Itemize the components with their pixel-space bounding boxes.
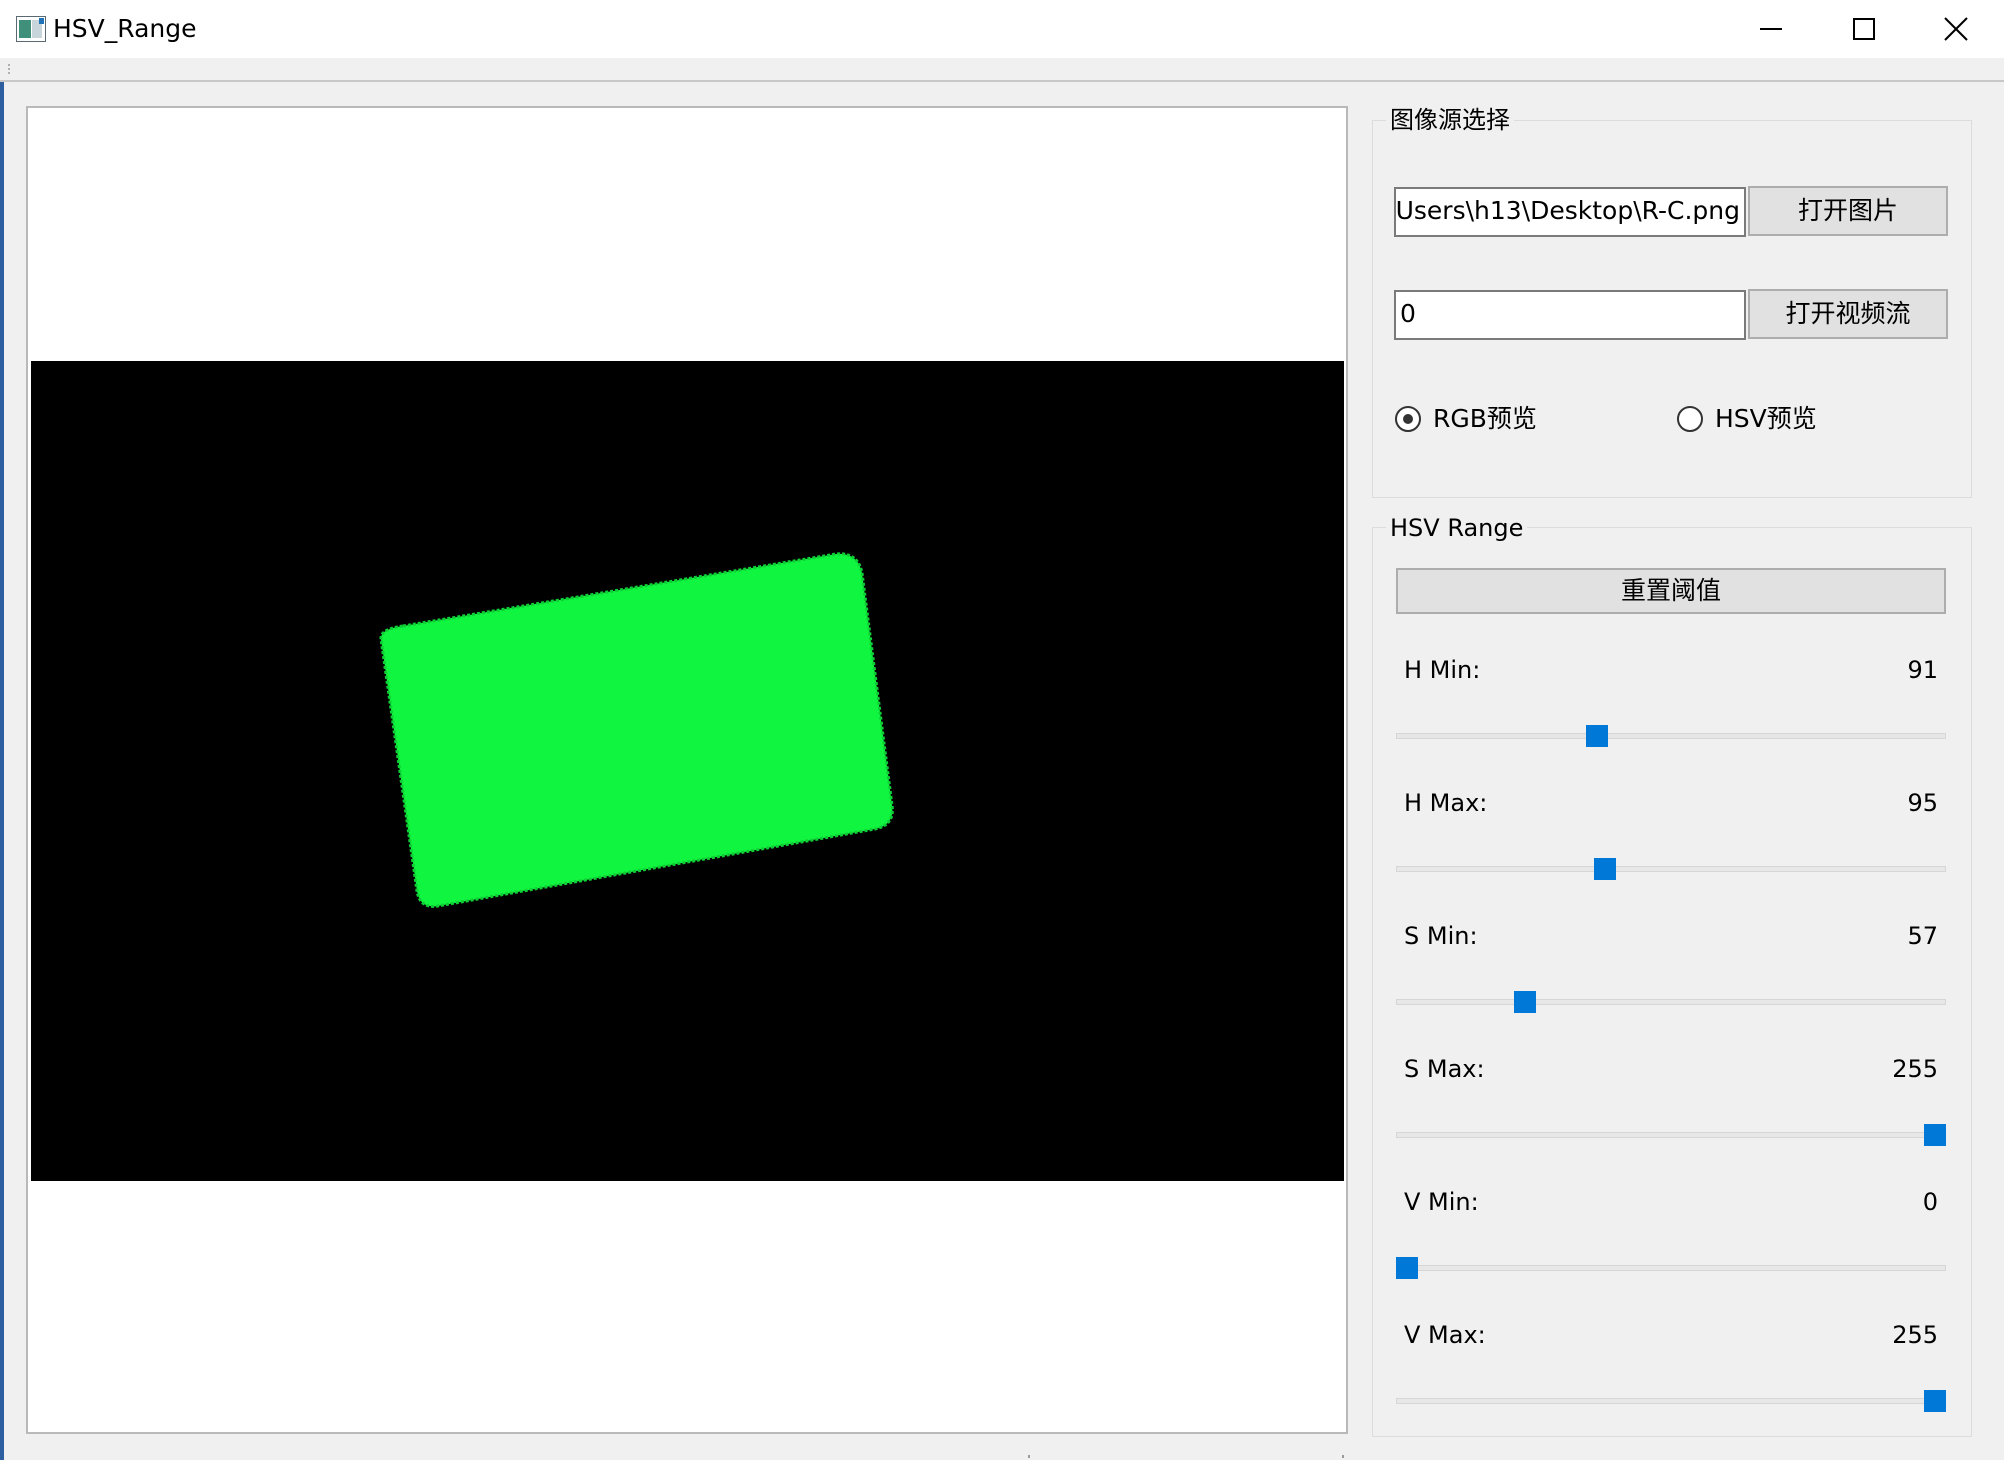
window-title: HSV_Range xyxy=(53,14,197,43)
toolbar-grip[interactable] xyxy=(8,64,14,74)
hsv-preview-radio[interactable]: HSV预览 xyxy=(1677,402,1877,436)
minimize-icon xyxy=(1760,28,1782,30)
maximize-icon xyxy=(1853,18,1875,40)
slider-value: 255 xyxy=(1892,1055,1938,1083)
slider-label: S Min: xyxy=(1404,922,1478,950)
slider-label: V Min: xyxy=(1404,1188,1479,1216)
slider-handle[interactable] xyxy=(1924,1390,1946,1412)
video-source-field[interactable]: 0 xyxy=(1394,290,1746,340)
slider-label: H Min: xyxy=(1404,656,1481,684)
slider-handle[interactable] xyxy=(1396,1257,1418,1279)
slider-track[interactable] xyxy=(1396,1132,1946,1138)
slider-handle[interactable] xyxy=(1594,858,1616,880)
open-image-button[interactable]: 打开图片 xyxy=(1748,186,1948,236)
maximize-button[interactable] xyxy=(1818,0,1910,58)
close-icon xyxy=(1944,17,1968,41)
radio-dot xyxy=(1403,414,1413,424)
image-source-group-title: 图像源选择 xyxy=(1386,104,1514,136)
title-bar: HSV_Range xyxy=(0,0,2004,58)
slider-value: 0 xyxy=(1922,1188,1938,1216)
slider-value: 95 xyxy=(1907,789,1938,817)
slider-handle[interactable] xyxy=(1513,991,1536,1013)
slider-track[interactable] xyxy=(1396,1265,1946,1271)
rgb-preview-radio[interactable]: RGB预览 xyxy=(1395,402,1595,436)
app-icon xyxy=(15,15,47,43)
desktop-edge xyxy=(0,82,4,1460)
slider-value: 57 xyxy=(1907,922,1938,950)
slider-track[interactable] xyxy=(1396,733,1946,739)
slider-label: S Max: xyxy=(1404,1055,1485,1083)
radio-circle xyxy=(1395,406,1421,432)
reset-threshold-button[interactable]: 重置阈值 xyxy=(1396,568,1946,614)
slider-track[interactable] xyxy=(1396,866,1946,872)
open-video-button[interactable]: 打开视频流 xyxy=(1748,289,1948,339)
divider-mark xyxy=(1342,1455,1344,1458)
hsv-range-group-title: HSV Range xyxy=(1386,512,1528,544)
slider-handle[interactable] xyxy=(1586,725,1609,747)
slider-handle[interactable] xyxy=(1924,1124,1946,1146)
slider-value: 91 xyxy=(1907,656,1938,684)
slider-track[interactable] xyxy=(1396,1398,1946,1404)
radio-circle xyxy=(1677,406,1703,432)
slider-label: V Max: xyxy=(1404,1321,1486,1349)
image-preview xyxy=(31,361,1344,1181)
mask-region xyxy=(379,552,894,908)
slider-label: H Max: xyxy=(1404,789,1488,817)
minimize-button[interactable] xyxy=(1726,0,1818,58)
close-button[interactable] xyxy=(1910,0,2002,58)
slider-value: 255 xyxy=(1892,1321,1938,1349)
image-path-field[interactable]: C:\Users\h13\Desktop\R-C.png xyxy=(1394,187,1746,237)
rgb-preview-label: RGB预览 xyxy=(1433,404,1537,433)
slider-track[interactable] xyxy=(1396,999,1946,1005)
divider-mark xyxy=(1028,1455,1030,1458)
hsv-preview-label: HSV预览 xyxy=(1715,404,1817,433)
toolbar-area xyxy=(0,58,2004,82)
